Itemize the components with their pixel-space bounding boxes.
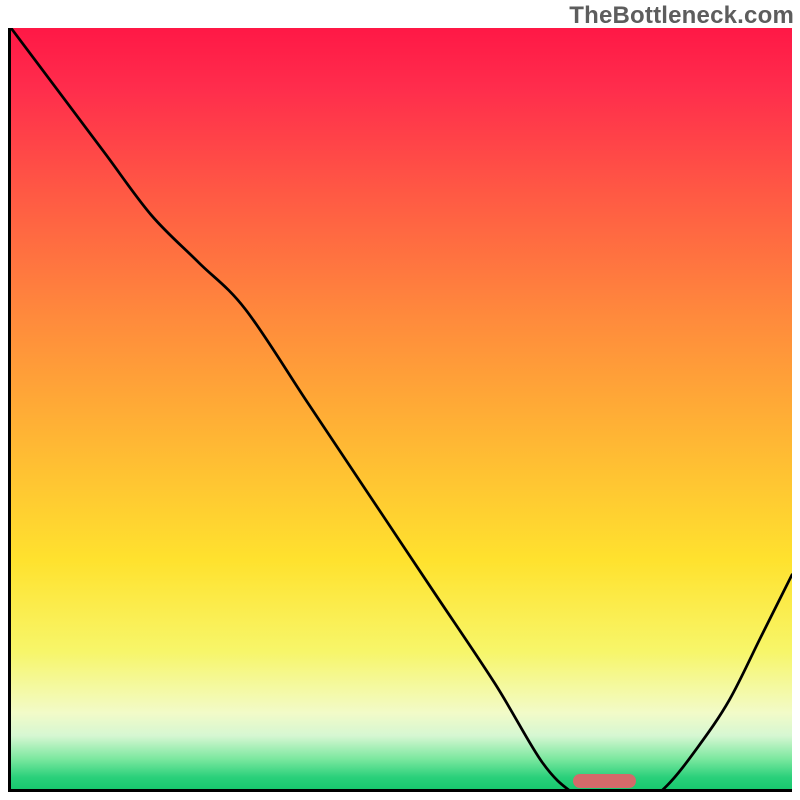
bottleneck-curve bbox=[11, 28, 792, 792]
chart-frame: TheBottleneck.com bbox=[0, 0, 800, 800]
watermark-text: TheBottleneck.com bbox=[569, 2, 794, 30]
plot-area bbox=[8, 28, 792, 792]
optimal-range-marker bbox=[573, 774, 635, 788]
